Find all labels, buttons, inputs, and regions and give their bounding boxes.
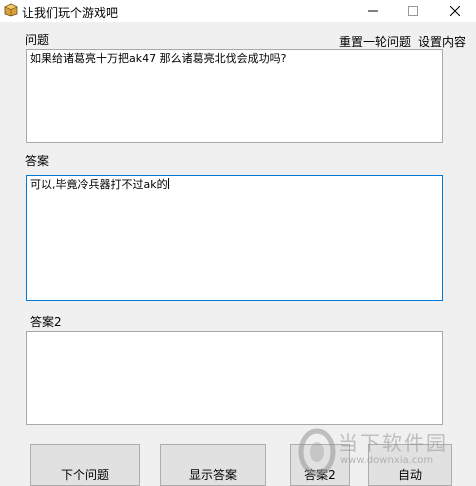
answer-text: 可以,毕竟冷兵器打不过ak的 bbox=[30, 178, 168, 191]
title-bar: 让我们玩个游戏吧 bbox=[0, 0, 476, 22]
close-icon bbox=[450, 6, 460, 16]
question-textarea[interactable]: 如果给诸葛亮十万把ak47 那么诸葛亮北伐会成功吗? bbox=[26, 49, 443, 143]
answer2-button-label: 答案2 bbox=[304, 468, 336, 482]
show-answer-label: 显示答案 bbox=[188, 468, 237, 482]
maximize-button[interactable] bbox=[396, 0, 430, 22]
next-question-button[interactable]: 下个问题 bbox=[30, 444, 140, 486]
auto-button[interactable]: 自动 bbox=[368, 444, 452, 486]
window-title: 让我们玩个游戏吧 bbox=[22, 6, 119, 20]
auto-button-label: 自动 bbox=[397, 468, 422, 482]
reset-questions-link[interactable]: 重置一轮问题 bbox=[339, 33, 411, 50]
answer-textarea[interactable]: 可以,毕竟冷兵器打不过ak的 bbox=[26, 175, 443, 301]
next-question-label: 下个问题 bbox=[60, 468, 109, 482]
minimize-icon bbox=[368, 10, 378, 12]
question-label: 问题 bbox=[25, 33, 50, 47]
answer-label: 答案 bbox=[25, 154, 50, 168]
maximize-icon bbox=[408, 6, 418, 16]
answer2-textarea[interactable] bbox=[26, 331, 443, 425]
text-caret bbox=[167, 178, 169, 189]
close-button[interactable] bbox=[438, 0, 472, 22]
minimize-button[interactable] bbox=[356, 0, 390, 22]
answer2-button[interactable]: 答案2 bbox=[290, 444, 350, 486]
settings-link[interactable]: 设置内容 bbox=[418, 33, 466, 50]
show-answer-button[interactable]: 显示答案 bbox=[160, 444, 266, 486]
answer2-label: 答案2 bbox=[30, 315, 62, 329]
package-icon bbox=[4, 3, 18, 17]
